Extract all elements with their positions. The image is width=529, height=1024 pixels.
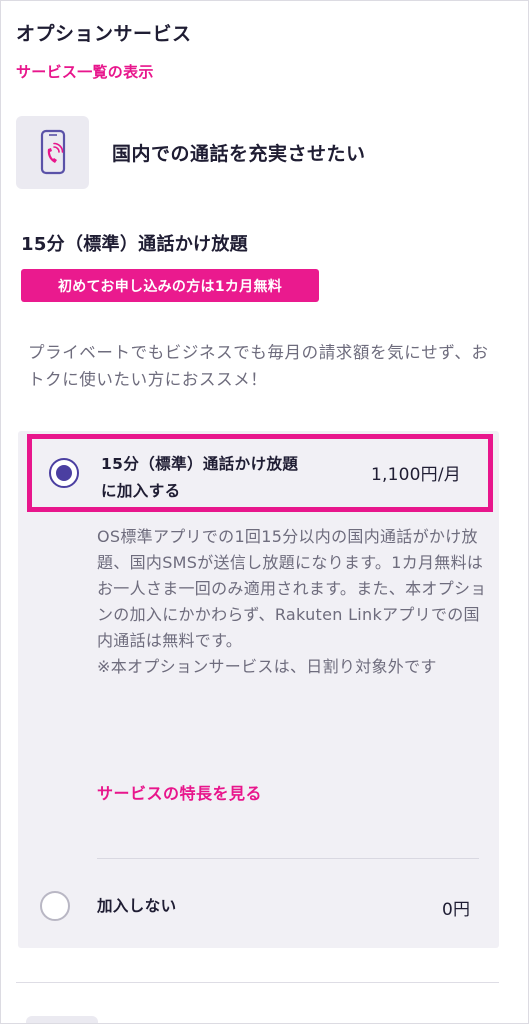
radio-subscribe-selected[interactable] [49,458,79,488]
option-subscribe-label: 15分（標準）通話かけ放題 に加入する [101,451,298,505]
option-subscribe-label-line2: に加入する [101,482,181,500]
option-decline-label: 加入しない [97,897,177,915]
service-list-link[interactable]: サービス一覧の表示 [16,61,154,82]
option-decline[interactable]: 加入しない 0円 [18,871,499,941]
page-title: オプションサービス [16,23,192,45]
plan-description: プライベートでもビジネスでも毎月の請求額を気にせず、おトクに使いたい方におススメ… [28,343,489,389]
category-label: 国内での通話を充実させたい [112,142,366,165]
free-trial-badge: 初めてお申し込みの方は1カ月無料 [21,269,319,302]
option-service-screen: オプションサービス サービス一覧の表示 国内での通話を充実させたい 15分（標準… [0,0,529,1024]
option-subscribe[interactable]: 15分（標準）通話かけ放題 に加入する 1,100円/月 [27,434,493,512]
plan-title: 15分（標準）通話かけ放題 [21,234,248,255]
option-decline-price: 0円 [442,900,471,920]
option-note-text: ※本オプションサービスは、日割り対象外です [97,657,437,676]
category-icon-box [16,115,89,189]
section-divider [16,982,499,983]
options-divider [97,858,479,859]
option-subscribe-label-line1: 15分（標準）通話かけ放題 [101,455,299,473]
option-detail-text: OS標準アプリでの1回15分以内の国内通話がかけ放題、国内SMSが送信し放題にな… [97,527,487,650]
radio-decline[interactable] [40,891,70,921]
category-row: 国内での通話を充実させたい [16,115,496,189]
service-features-link[interactable]: サービスの特長を見る [97,780,262,804]
options-panel: 15分（標準）通話かけ放題 に加入する 1,100円/月 OS標準アプリでの1回… [18,431,499,948]
option-subscribe-detail: OS標準アプリでの1回15分以内の国内通話がかけ放題、国内SMSが送信し放題にな… [97,524,489,680]
phone-call-icon [40,129,65,175]
next-category-icon-box [26,1016,98,1023]
option-subscribe-price: 1,100円/月 [371,465,461,485]
